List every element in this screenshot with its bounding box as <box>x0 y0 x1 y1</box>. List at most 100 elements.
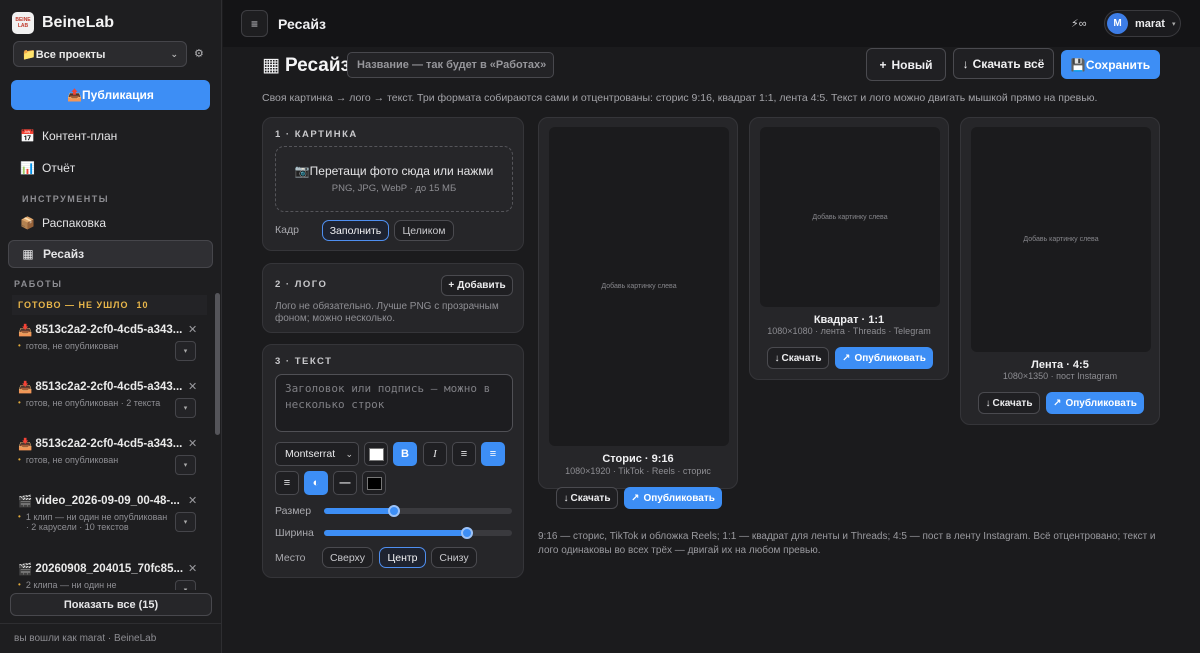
work-item[interactable]: 📥 8513c2a2-2cf0-4cd5-a343... ✕ • готов, не… <box>18 323 198 361</box>
work-meta: готов, не опубликован · 2 текста <box>25 398 161 408</box>
work-item[interactable]: 🎬 20260908_204015_70fc85... ✕ • 2 клипа — … <box>18 562 198 590</box>
download-label: Скачать <box>570 492 611 504</box>
place-center-button[interactable]: Центр <box>379 547 426 568</box>
chevron-down-icon[interactable]: ▾ <box>175 341 196 361</box>
font-select[interactable]: Montserrat ⌄ <box>275 442 359 466</box>
save-button[interactable]: 💾Сохранить <box>1061 50 1160 79</box>
page-description: Своя картинка → лого → текст. Три формат… <box>262 92 1098 104</box>
italic-button[interactable]: I <box>423 442 447 466</box>
text-color-button[interactable] <box>364 442 388 466</box>
inbox-icon: 📥 <box>18 325 33 337</box>
place-bottom-button[interactable]: Снизу <box>431 547 477 568</box>
logo-panel: 2 · ЛОГО + Добавить Лого не обязательно.… <box>262 263 524 333</box>
download-icon: ↓ <box>962 56 969 71</box>
works-scrollbar[interactable] <box>215 293 220 435</box>
work-item[interactable]: 🎬 video_2026-09-09_00-48-... ✕ • 1 клип — … <box>18 494 198 532</box>
image-panel: 1 · КАРТИНКА 📷Перетащи фото сюда или наж… <box>262 117 524 251</box>
chevron-down-icon: ⌄ <box>170 48 178 59</box>
publish-button[interactable]: ↗ Опубликовать <box>835 347 933 369</box>
status-dot-icon: • <box>18 455 21 464</box>
new-button-label: Новый <box>891 57 933 72</box>
calendar-icon: 📅 <box>20 129 35 143</box>
format-note: 9:16 — сторис, TikTok и обложка Reels; 1… <box>538 531 1156 556</box>
size-slider[interactable] <box>324 505 512 517</box>
width-slider[interactable] <box>324 527 512 539</box>
preview-canvas[interactable]: Добавь картинку слева <box>971 127 1151 352</box>
inbox-icon: 📥 <box>18 382 33 394</box>
align-center-icon[interactable]: ≡ <box>481 442 505 466</box>
chevron-down-icon[interactable]: ▾ <box>175 398 196 418</box>
brand[interactable]: BEINE LAB BeineLab <box>12 12 114 34</box>
preview-canvas[interactable]: Добавь картинку слева <box>760 127 940 307</box>
background-color-button[interactable] <box>362 471 386 495</box>
preview-title: Квадрат · 1:1 <box>813 314 885 326</box>
close-icon[interactable]: ✕ <box>188 437 197 450</box>
bold-button[interactable]: B <box>393 442 417 466</box>
sidebar-item-report[interactable]: 📊 Отчёт <box>8 154 213 182</box>
chevron-down-icon[interactable]: ▾ <box>175 512 196 532</box>
close-icon[interactable]: ✕ <box>188 323 197 336</box>
work-title: 8513c2a2-2cf0-4cd5-a343... <box>35 324 183 336</box>
frame-fill-button[interactable]: Заполнить <box>322 220 389 241</box>
publish-label: Опубликовать <box>1065 397 1137 409</box>
place-top-button[interactable]: Сверху <box>322 547 373 568</box>
download-all-button[interactable]: ↓ Скачать всё <box>953 48 1054 79</box>
preview-story: Добавь картинку слева Сторис · 9:16 1080… <box>538 117 738 509</box>
stroke-icon[interactable]: — <box>333 471 357 495</box>
chevron-down-icon[interactable]: ▾ <box>175 580 196 590</box>
text-panel: 3 · ТЕКСТ Montserrat ⌄ B I ≡ ≡ ≡ ◐ — Раз… <box>262 344 524 578</box>
work-item[interactable]: 📥 8513c2a2-2cf0-4cd5-a343... ✕ • готов, не… <box>18 380 198 418</box>
sidebar-item-unpack[interactable]: 📦 Распаковка <box>8 209 213 237</box>
download-button[interactable]: ↓ Скачать <box>767 347 829 369</box>
brand-name: BeineLab <box>42 14 115 31</box>
project-select[interactable]: 📁Все проекты ⌄ <box>13 41 187 67</box>
new-button[interactable]: + Новый <box>866 48 946 81</box>
logo-panel-header: 2 · ЛОГО <box>275 279 328 290</box>
slider-fill <box>324 530 467 536</box>
preview-subtitle: 1080×1350 · пост Instagram <box>1002 371 1118 381</box>
menu-icon[interactable]: ≡ <box>241 10 268 37</box>
close-icon[interactable]: ✕ <box>188 380 197 393</box>
work-title: 20260908_204015_70fc85... <box>35 563 184 575</box>
works-group-header[interactable]: ГОТОВО — НЕ УШЛО 10 <box>12 295 207 315</box>
download-button[interactable]: ↓ Скачать <box>978 392 1040 414</box>
align-right-icon[interactable]: ≡ <box>275 471 299 495</box>
publish-button[interactable]: 📤Публикация <box>11 80 210 110</box>
add-logo-button[interactable]: + Добавить <box>441 275 513 296</box>
topbar: ≡ Ресайз ⚡∞ M marat ▾ <box>223 0 1200 47</box>
publish-button[interactable]: ↗ Опубликовать <box>1046 392 1144 414</box>
user-menu[interactable]: M marat ▾ <box>1104 10 1181 37</box>
close-icon[interactable]: ✕ <box>188 562 197 575</box>
preview-title: Сторис · 9:16 <box>602 453 674 465</box>
download-icon: ↓ <box>563 492 569 504</box>
caption-textarea[interactable] <box>275 374 513 432</box>
gear-icon[interactable]: ⚙ <box>194 47 204 60</box>
contrast-icon[interactable]: ◐ <box>304 471 328 495</box>
image-dropzone[interactable]: 📷Перетащи фото сюда или нажми PNG, JPG, … <box>275 146 513 212</box>
sidebar: BEINE LAB BeineLab 📁Все проекты ⌄ ⚙ 📤Пуб… <box>0 0 222 653</box>
slider-handle[interactable] <box>460 527 473 539</box>
download-icon: ↓ <box>774 352 780 364</box>
work-title: 8513c2a2-2cf0-4cd5-a343... <box>35 381 183 393</box>
publish-label: Опубликовать <box>854 352 926 364</box>
clapper-icon: 🎬 <box>18 496 33 508</box>
color-swatch <box>368 447 384 461</box>
close-icon[interactable]: ✕ <box>188 494 197 507</box>
work-meta: готов, не опубликован <box>25 455 119 465</box>
preview-canvas[interactable]: Добавь картинку слева <box>549 127 729 446</box>
work-item[interactable]: 📥 8513c2a2-2cf0-4cd5-a343... ✕ • готов, не… <box>18 437 198 475</box>
show-all-button[interactable]: Показать все (15) <box>10 593 212 616</box>
chevron-down-icon[interactable]: ▾ <box>175 455 196 475</box>
sidebar-item-resize[interactable]: ▦ Ресайз <box>8 240 213 268</box>
slider-handle[interactable] <box>387 505 400 517</box>
frame-fit-button[interactable]: Целиком <box>394 220 454 241</box>
download-button[interactable]: ↓ Скачать <box>556 487 618 509</box>
dropzone-text: 📷Перетащи фото сюда или нажми <box>294 164 494 178</box>
brand-logo-icon: BEINE LAB <box>12 12 34 34</box>
status-dot-icon: • <box>18 512 21 521</box>
sidebar-item-label: Ресайз <box>43 247 85 261</box>
publish-button[interactable]: ↗ Опубликовать <box>624 487 722 509</box>
work-name-input[interactable] <box>347 52 554 78</box>
sidebar-item-content-plan[interactable]: 📅 Контент-план <box>8 122 213 150</box>
align-left-icon[interactable]: ≡ <box>452 442 476 466</box>
